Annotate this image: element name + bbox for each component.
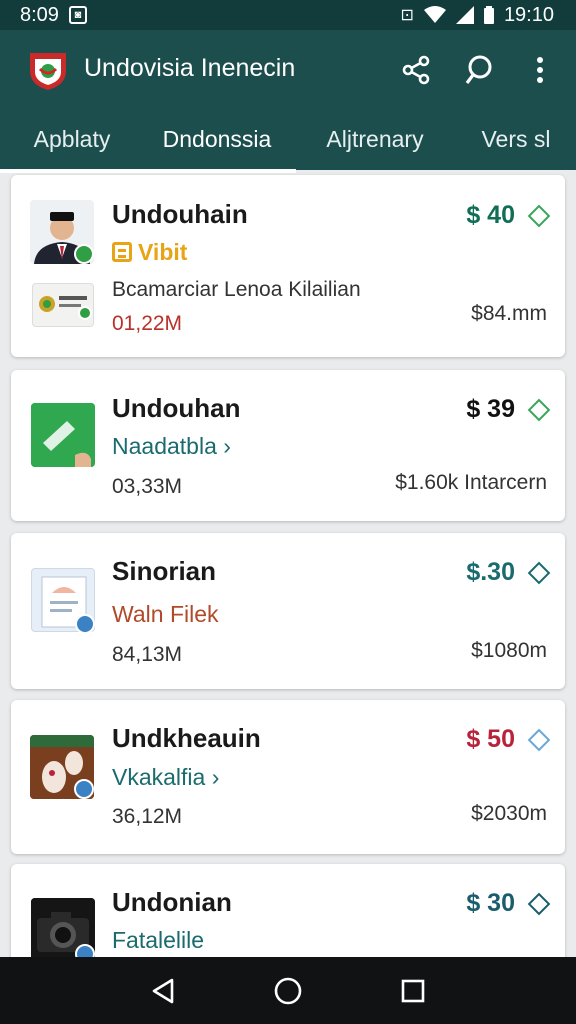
diamond-icon[interactable] bbox=[527, 398, 551, 422]
nfc-icon: ⊡ bbox=[400, 7, 414, 24]
card-subtitle[interactable]: Fatalelile bbox=[112, 927, 204, 954]
diamond-icon[interactable] bbox=[527, 561, 551, 585]
status-time: 8:09 bbox=[20, 3, 59, 26]
tab-dndonssia[interactable]: Dndonssia bbox=[142, 108, 292, 170]
card-count: 03,33M bbox=[112, 475, 183, 498]
card-description: Bcamarciar Lenoa Kilailian bbox=[112, 278, 361, 301]
app-icon bbox=[31, 403, 95, 467]
more-options-button[interactable] bbox=[520, 50, 560, 90]
share-button[interactable] bbox=[396, 50, 436, 90]
card-title: Sinorian bbox=[112, 556, 217, 586]
more-vert-icon bbox=[537, 57, 543, 83]
wifi-icon bbox=[423, 6, 446, 24]
info-badge-icon bbox=[75, 614, 95, 634]
card-amount: $84.mm bbox=[471, 302, 547, 325]
notification-icon: ◙ bbox=[68, 6, 87, 24]
card-subtitle[interactable]: Vibit bbox=[112, 239, 187, 266]
card-title: Undouhain bbox=[112, 199, 248, 229]
card-link[interactable]: Vkakalfia › bbox=[112, 764, 219, 791]
tab-aljtrenary[interactable]: Aljtrenary bbox=[308, 108, 442, 170]
card-title: Undonian bbox=[112, 887, 232, 917]
card-price: $.30 bbox=[466, 558, 515, 586]
card-link[interactable]: Naadatbla › bbox=[112, 433, 231, 460]
info-badge-icon bbox=[74, 779, 94, 799]
list-item[interactable]: Undkheauin $ 50 Vkakalfia › 36,12M $2030… bbox=[11, 700, 565, 854]
card-amount: $1.60k Intarcern bbox=[395, 471, 547, 494]
battery-icon bbox=[483, 6, 494, 24]
home-circle-icon bbox=[274, 977, 302, 1004]
card-count: 36,12M bbox=[112, 805, 183, 828]
search-icon bbox=[465, 55, 492, 84]
card-amount: $1080m bbox=[471, 639, 547, 662]
online-dot-icon bbox=[78, 306, 92, 320]
tab-vers-sl[interactable]: Vers sl bbox=[466, 108, 566, 170]
card-price: $ 39 bbox=[466, 395, 515, 423]
toolbar: Undovisia Inenecin bbox=[0, 30, 576, 108]
verified-badge-icon bbox=[74, 244, 94, 264]
home-button[interactable] bbox=[268, 971, 308, 1011]
diamond-icon[interactable] bbox=[527, 728, 551, 752]
list-item[interactable]: Undonian $ 30 Fatalelile bbox=[11, 864, 565, 957]
back-triangle-icon bbox=[152, 978, 173, 1003]
diamond-icon[interactable] bbox=[527, 204, 551, 228]
list-item[interactable]: Undouhain $ 40 Vibit Bcamarciar Lenoa Ki… bbox=[11, 175, 565, 357]
info-badge-icon bbox=[75, 944, 95, 957]
item-list: Undouhain $ 40 Vibit Bcamarciar Lenoa Ki… bbox=[0, 172, 576, 957]
list-item[interactable]: Undouhan $ 39 Naadatbla › 03,33M $1.60k … bbox=[11, 370, 565, 521]
card-title: Undouhan bbox=[112, 393, 241, 423]
chevron-right-icon: › bbox=[223, 433, 231, 459]
status-bar: 8:09 ◙ ⊡ 19:10 bbox=[0, 0, 576, 30]
app-bar: Undovisia Inenecin Apblaty Dndonssia Alj… bbox=[0, 30, 576, 173]
status-clock: 19:10 bbox=[503, 3, 554, 26]
signal-icon bbox=[455, 6, 474, 24]
card-count: 01,22M bbox=[112, 312, 183, 335]
share-icon bbox=[402, 55, 430, 85]
recents-square-icon bbox=[402, 979, 425, 1002]
recents-button[interactable] bbox=[393, 971, 433, 1011]
card-price: $ 40 bbox=[466, 201, 515, 229]
system-nav-bar bbox=[0, 957, 576, 1024]
diamond-icon[interactable] bbox=[527, 892, 551, 916]
card-subtitle[interactable]: Waln Filek bbox=[112, 601, 219, 628]
card-amount: $2030m bbox=[471, 802, 547, 825]
list-item[interactable]: Sinorian $.30 Waln Filek 84,13M $1080m bbox=[11, 533, 565, 689]
tab-apblaty[interactable]: Apblaty bbox=[14, 108, 130, 170]
app-logo-icon bbox=[26, 47, 70, 91]
card-title: Undkheauin bbox=[112, 723, 261, 753]
tab-bar: Apblaty Dndonssia Aljtrenary Vers sl bbox=[0, 108, 576, 170]
card-price: $ 30 bbox=[466, 889, 515, 917]
chevron-right-icon: › bbox=[211, 764, 220, 790]
card-count: 84,13M bbox=[112, 643, 183, 666]
stamp-logo bbox=[32, 283, 94, 327]
app-title: Undovisia Inenecin bbox=[84, 54, 296, 82]
back-button[interactable] bbox=[143, 971, 183, 1011]
card-price: $ 50 bbox=[466, 725, 515, 753]
search-button[interactable] bbox=[461, 50, 501, 90]
list-icon bbox=[112, 242, 132, 262]
